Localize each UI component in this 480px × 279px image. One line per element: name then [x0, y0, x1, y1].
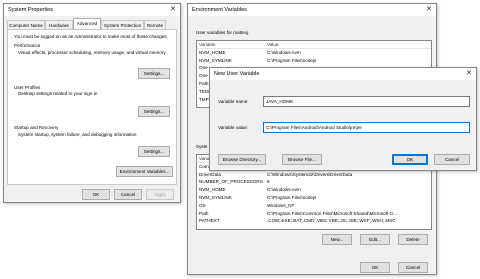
table-row[interactable]: OS Windows_NT [197, 202, 431, 210]
admin-note: You must be logged on as an Administrato… [14, 34, 168, 39]
performance-description: Visual effects, processor scheduling, me… [18, 50, 166, 55]
variable-name-input[interactable]: JAVA_HOME [263, 96, 470, 107]
new-user-variable-dialog: New User Variable ✕ Variable name: JAVA_… [209, 67, 477, 171]
table-row[interactable]: NUMBER_OF_PROCESSORS 8 [197, 178, 431, 186]
table-row[interactable]: PATHEXT .COM;.EXE;.BAT;.CMD;.VBS;.VBE;.JS… [197, 217, 431, 225]
value-cell: C:\Program Files\nodejs [267, 57, 317, 63]
column-variable[interactable]: Variable [199, 41, 216, 49]
table-row[interactable]: DriverData C:\Windows\System32\Drivers\Dr… [197, 171, 431, 179]
variable-cell: NVM_SYMLINK [199, 57, 232, 63]
new-variable-ok-button[interactable]: OK [392, 154, 428, 165]
new-user-variable-titlebar[interactable]: New User Variable ✕ [210, 68, 476, 80]
system-properties-titlebar[interactable]: System Properties ✕ [4, 4, 180, 16]
list-header: Variable Value [197, 41, 431, 49]
variable-value-label: Variable value: [218, 125, 249, 130]
table-row[interactable]: NVM_SYMLINK C:\Program Files\nodejs [197, 57, 431, 65]
variable-cell: NVM_SYMLINK [199, 194, 232, 200]
close-icon[interactable]: ✕ [465, 70, 473, 78]
close-icon[interactable]: ✕ [169, 6, 177, 14]
column-value[interactable]: Value [267, 41, 278, 49]
variable-cell: One [199, 73, 208, 79]
window-title: Environment Variables [192, 7, 247, 13]
variable-cell: DriverData [199, 171, 221, 177]
table-row[interactable]: NVM_HOME C:\windows-nvm [197, 186, 431, 194]
value-cell: C:\windows-nvm [267, 49, 301, 55]
variable-cell: Path [199, 210, 209, 216]
variable-cell: NVM_HOME [199, 49, 226, 55]
value-cell: C:\Program Files\Common Files\Microsoft … [267, 210, 397, 216]
startup-recovery-settings-button[interactable]: Settings... [138, 146, 170, 157]
value-cell: C:\Windows\System32\Drivers\DriverData [267, 171, 353, 177]
startup-recovery-heading: Startup and Recovery [14, 125, 59, 130]
variable-cell: Varia [199, 156, 210, 161]
env-ok-button[interactable]: OK [360, 262, 390, 273]
value-cell: Windows_NT [267, 202, 295, 208]
environment-variables-titlebar[interactable]: Environment Variables ✕ [188, 4, 436, 16]
variable-cell: OS [199, 202, 206, 208]
user-profiles-settings-button[interactable]: Settings... [138, 106, 170, 117]
variable-value-input[interactable]: C:\Program Files\Android\Android Studio\… [263, 122, 470, 133]
variable-cell: NVM_HOME [199, 187, 226, 193]
value-cell: C:\Program Files\nodejs [267, 194, 317, 200]
user-variables-label: User variables for matteoj [196, 30, 249, 35]
edit-variable-button[interactable]: Edit... [360, 234, 390, 245]
environment-variables-button[interactable]: Environment Variables... [116, 166, 173, 177]
variable-cell: NUMBER_OF_PROCESSORS [199, 179, 263, 185]
user-profiles-description: Desktop settings related to your sign-in [18, 91, 98, 96]
system-ok-button[interactable]: OK [82, 189, 110, 200]
env-cancel-button[interactable]: Cancel [398, 262, 428, 273]
variable-cell: TMP [199, 96, 209, 102]
startup-recovery-description: System startup, system failure, and debu… [18, 132, 137, 137]
performance-heading: Performance [14, 43, 41, 48]
close-icon[interactable]: ✕ [425, 6, 433, 14]
variable-cell: PATHEXT [199, 218, 220, 224]
new-variable-button[interactable]: New... [322, 234, 352, 245]
window-title: System Properties [8, 7, 53, 13]
browse-file-button[interactable]: Browse File... [282, 154, 322, 165]
system-variables-label: Syste [196, 144, 208, 149]
table-row[interactable]: NVM_SYMLINK C:\Program Files\nodejs [197, 194, 431, 202]
new-variable-cancel-button[interactable]: Cancel [434, 154, 470, 165]
advanced-tab-panel: You must be logged on as an Administrato… [7, 29, 177, 185]
performance-settings-button[interactable]: Settings... [138, 68, 170, 79]
variable-cell: Com [199, 163, 209, 169]
value-cell: .COM;.EXE;.BAT;.CMD;.VBS;.VBE;.JS;.JSE;.… [267, 218, 396, 224]
window-title: New User Variable [214, 71, 260, 77]
variable-cell: One [199, 65, 208, 71]
browse-directory-button[interactable]: Browse Directory... [218, 154, 266, 165]
delete-variable-button[interactable]: Delete [398, 234, 428, 245]
system-apply-button[interactable]: Apply [146, 189, 174, 200]
value-cell: 8 [267, 179, 270, 185]
user-profiles-heading: User Profiles [14, 85, 41, 90]
variable-cell: Path [199, 80, 209, 86]
system-cancel-button[interactable]: Cancel [114, 189, 142, 200]
table-row[interactable]: NVM_HOME C:\windows-nvm [197, 49, 431, 57]
system-properties-window: System Properties ✕ Computer Name Hardwa… [3, 3, 181, 203]
variable-name-label: Variable name: [218, 99, 249, 104]
table-row[interactable]: Path C:\Program Files\Common Files\Micros… [197, 210, 431, 218]
value-cell: C:\windows-nvm [267, 187, 301, 193]
variable-cell: TEM [199, 88, 209, 94]
